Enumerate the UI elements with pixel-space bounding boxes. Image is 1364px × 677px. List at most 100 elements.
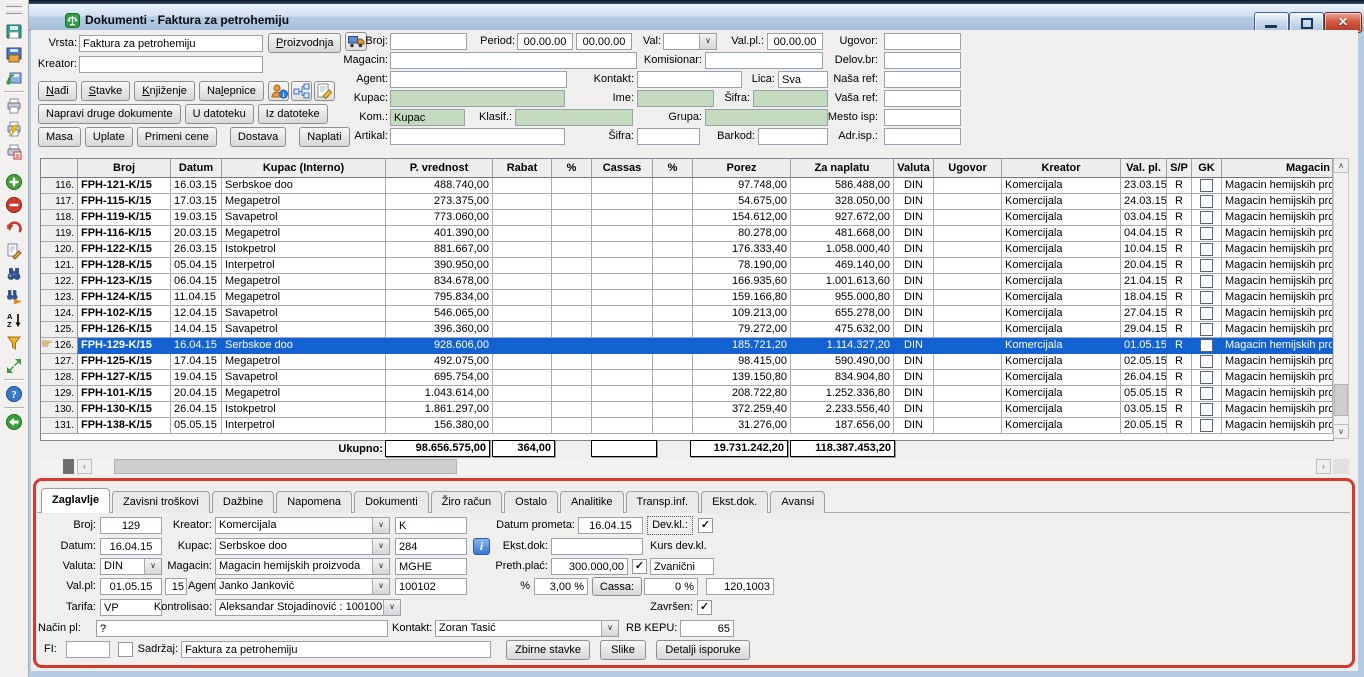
cell-cassas[interactable] [592, 290, 653, 306]
cell-broj[interactable]: FPH-126-K/15 [78, 322, 171, 338]
column-header-broj[interactable]: Broj [78, 159, 171, 178]
chevron-down-icon[interactable]: ∨ [699, 34, 716, 49]
cell-valuta[interactable]: DIN [894, 210, 934, 226]
add-icon[interactable] [2, 171, 26, 193]
cell-val_pl[interactable]: 24.03.15 [1121, 194, 1167, 210]
ime-input[interactable] [637, 90, 714, 107]
cell-pct1[interactable] [552, 226, 592, 242]
cell-cassas[interactable] [592, 338, 653, 354]
cell-pct2[interactable] [653, 354, 693, 370]
detalji-isporuke-button[interactable]: Detalji isporuke [656, 640, 750, 660]
gk-checkbox[interactable] [1200, 275, 1213, 288]
gk-checkbox[interactable] [1200, 179, 1213, 192]
cell-broj[interactable]: FPH-127-K/15 [78, 370, 171, 386]
datum-prometa-input[interactable] [578, 517, 643, 534]
cell-broj[interactable]: FPH-129-K/15 [78, 338, 171, 354]
column-header-valuta[interactable]: Valuta [894, 159, 934, 178]
cell-cassas[interactable] [592, 178, 653, 194]
chevron-down-icon[interactable]: ∨ [372, 559, 389, 574]
gk-checkbox[interactable] [1200, 307, 1213, 320]
cell-ugovor[interactable] [934, 258, 1002, 274]
cell-valuta[interactable]: DIN [894, 338, 934, 354]
cell-kreator[interactable]: Komercijala [1002, 194, 1121, 210]
cell-kreator[interactable]: Komercijala [1002, 306, 1121, 322]
table-row[interactable]: 118.FPH-119-K/1519.03.15Savapetrol773.06… [41, 210, 1333, 226]
valpl-input[interactable] [100, 578, 162, 595]
cell-valuta[interactable]: DIN [894, 402, 934, 418]
cell-pct1[interactable] [552, 322, 592, 338]
cell-za_naplatu[interactable]: 927.672,00 [791, 210, 894, 226]
button-na-i[interactable]: Nađi [38, 81, 77, 101]
cell-gk[interactable] [1192, 418, 1222, 434]
cell-kupac[interactable]: Serbskoe doo [222, 338, 386, 354]
cell-val_pl[interactable]: 03.05.15 [1121, 402, 1167, 418]
gk-checkbox[interactable] [1200, 291, 1213, 304]
kupac-filter-input[interactable] [390, 90, 565, 107]
komisionar-input[interactable] [705, 52, 823, 69]
cell-broj[interactable]: FPH-125-K/15 [78, 354, 171, 370]
cell-porez[interactable]: 185.721,20 [693, 338, 791, 354]
cell-za_naplatu[interactable]: 2.233.556,40 [791, 402, 894, 418]
magacin-combo[interactable]: Magacin hemijskih proizvoda∨ [215, 558, 390, 575]
cell-pct2[interactable] [653, 402, 693, 418]
cell-rabat[interactable] [493, 258, 552, 274]
cell-gk[interactable] [1192, 306, 1222, 322]
cell-kreator[interactable]: Komercijala [1002, 402, 1121, 418]
cell-ugovor[interactable] [934, 306, 1002, 322]
cell-pct2[interactable] [653, 386, 693, 402]
cell-sp[interactable]: R [1167, 194, 1192, 210]
kreator-code-input[interactable] [395, 517, 467, 534]
cell-num[interactable]: 116. [41, 178, 78, 194]
cell-za_naplatu[interactable]: 955.000,80 [791, 290, 894, 306]
cell-za_naplatu[interactable]: 1.114.327,20 [791, 338, 894, 354]
cell-gk[interactable] [1192, 178, 1222, 194]
cell-datum[interactable]: 06.04.15 [171, 274, 222, 290]
fi-input[interactable] [66, 641, 110, 658]
nasaref-input[interactable] [884, 71, 961, 88]
cell-pct1[interactable] [552, 418, 592, 434]
cell-kreator[interactable]: Komercijala [1002, 242, 1121, 258]
period-to-input[interactable] [576, 33, 632, 50]
cell-val_pl[interactable]: 05.05.15 [1121, 386, 1167, 402]
cell-kreator[interactable]: Komercijala [1002, 370, 1121, 386]
cell-val_pl[interactable]: 21.04.15 [1121, 274, 1167, 290]
cell-broj[interactable]: FPH-115-K/15 [78, 194, 171, 210]
cell-broj[interactable]: FPH-128-K/15 [78, 258, 171, 274]
cell-za_naplatu[interactable]: 475.632,00 [791, 322, 894, 338]
cell-rabat[interactable] [493, 178, 552, 194]
column-header-pct1[interactable]: % [552, 159, 592, 178]
cell-sp[interactable]: R [1167, 226, 1192, 242]
cell-kupac[interactable]: Megapetrol [222, 290, 386, 306]
cell-num[interactable]: 130. [41, 402, 78, 418]
val-combo[interactable]: ∨ [663, 33, 717, 50]
cell-num[interactable]: 118. [41, 210, 78, 226]
cell-pct2[interactable] [653, 274, 693, 290]
column-header-sp[interactable]: S/P [1167, 159, 1192, 178]
cell-val_pl[interactable]: 04.04.15 [1121, 226, 1167, 242]
cell-magacin[interactable]: Magacin hemijskih proiz [1222, 226, 1333, 242]
cell-datum[interactable]: 17.04.15 [171, 354, 222, 370]
table-row[interactable]: 125.FPH-126-K/1514.04.15Savapetrol396.36… [41, 322, 1333, 338]
table-row[interactable]: 128.FPH-127-K/1519.04.15Savapetrol695.75… [41, 370, 1333, 386]
cell-kupac[interactable]: Megapetrol [222, 274, 386, 290]
cell-p_vrednost[interactable]: 1.861.297,00 [386, 402, 493, 418]
cell-val_pl[interactable]: 27.04.15 [1121, 306, 1167, 322]
button-u-datoteku[interactable]: U datoteku [185, 104, 254, 124]
cell-num[interactable]: 120. [41, 242, 78, 258]
undo-icon[interactable] [2, 217, 26, 239]
cell-kupac[interactable]: Istokpetrol [222, 242, 386, 258]
gk-checkbox[interactable] [1200, 227, 1213, 240]
cell-porez[interactable]: 80.278,00 [693, 226, 791, 242]
cell-kreator[interactable]: Komercijala [1002, 210, 1121, 226]
cell-broj[interactable]: FPH-123-K/15 [78, 274, 171, 290]
cell-za_naplatu[interactable]: 1.058.000,40 [791, 242, 894, 258]
cell-kreator[interactable]: Komercijala [1002, 274, 1121, 290]
cell-broj[interactable]: FPH-102-K/15 [78, 306, 171, 322]
table-row[interactable]: 131.FPH-138-K/1505.05.15Interpetrol156.3… [41, 418, 1333, 434]
cell-cassas[interactable] [592, 242, 653, 258]
cell-p_vrednost[interactable]: 488.740,00 [386, 178, 493, 194]
cell-p_vrednost[interactable]: 546.065,00 [386, 306, 493, 322]
cell-valuta[interactable]: DIN [894, 194, 934, 210]
scroll-left-button[interactable]: ‹ [77, 459, 92, 474]
cell-rabat[interactable] [493, 418, 552, 434]
